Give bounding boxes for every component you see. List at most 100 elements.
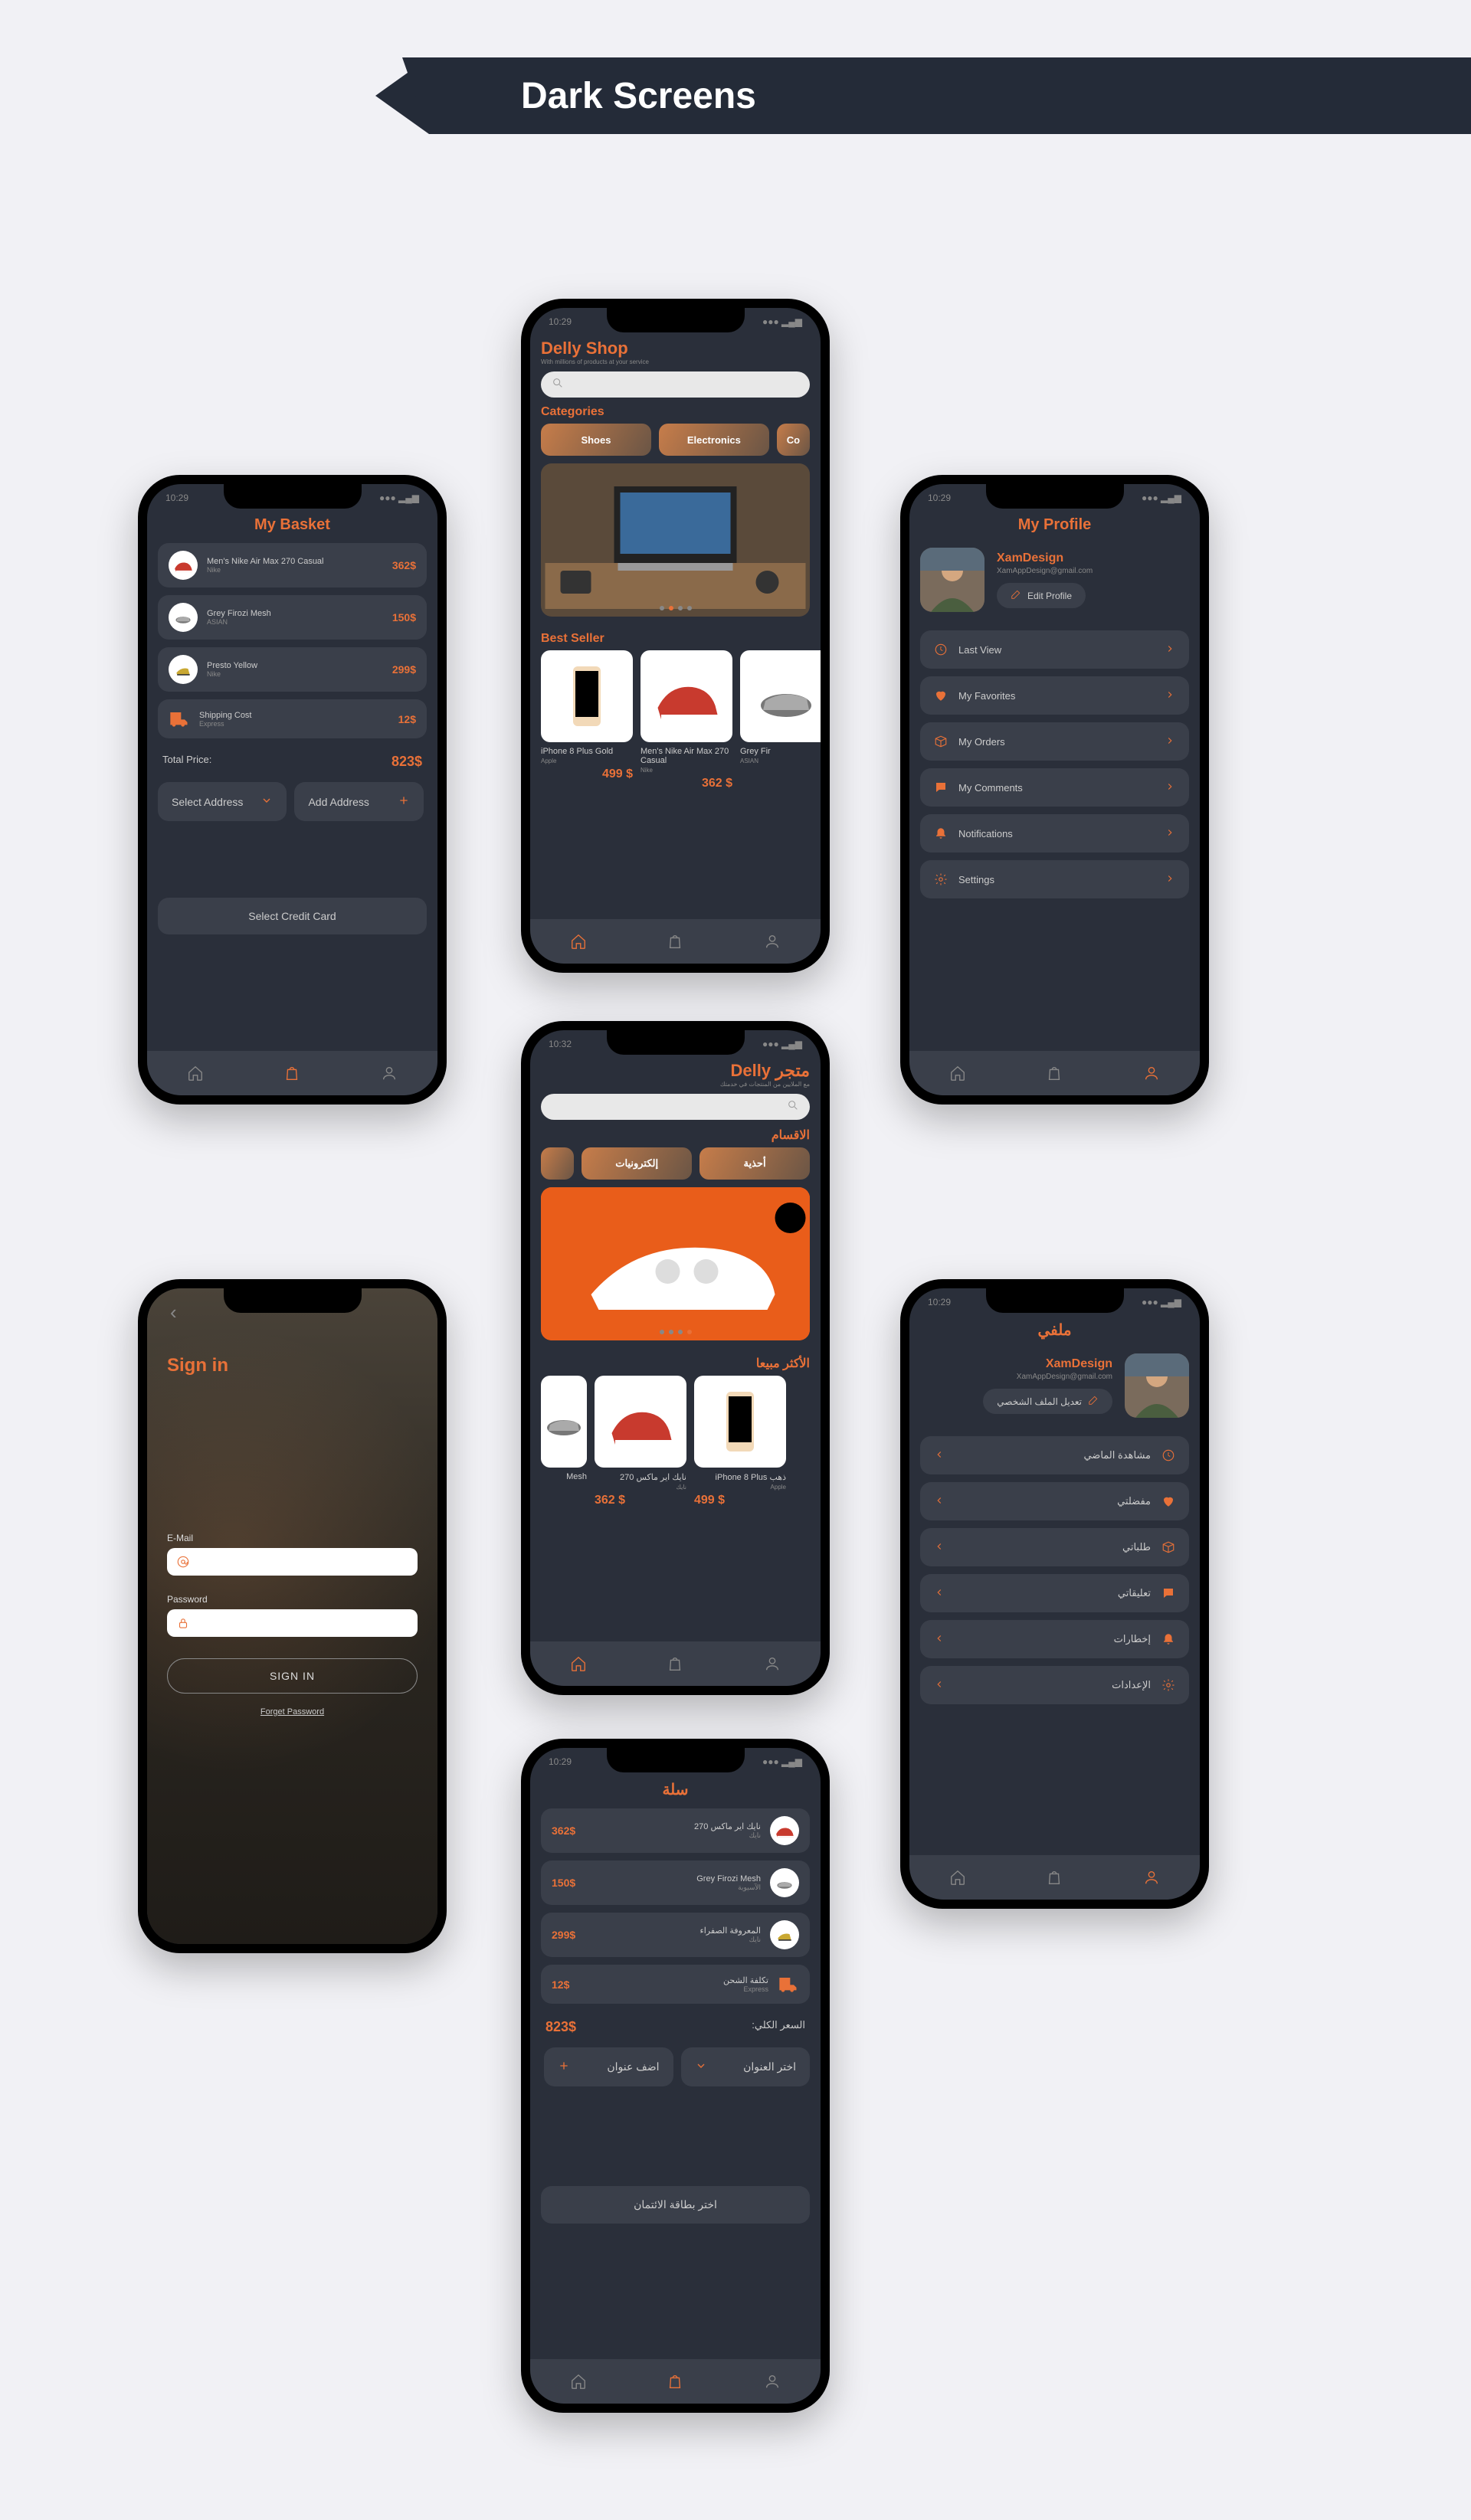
product-card[interactable]: نايك اير ماكس 270نايك362 $ — [595, 1376, 686, 1507]
bottom-nav — [530, 1641, 821, 1686]
plus-icon — [558, 2060, 570, 2074]
menu-notifications[interactable]: إخطارات — [920, 1620, 1189, 1658]
basket-item[interactable]: نايك اير ماكس 270نايك362$ — [541, 1808, 810, 1853]
nav-home[interactable] — [568, 1654, 588, 1674]
search-input[interactable] — [541, 371, 810, 398]
category-chip[interactable]: أحذية — [699, 1147, 810, 1180]
menu-settings[interactable]: الإعدادات — [920, 1666, 1189, 1704]
heart-icon — [934, 689, 948, 702]
basket-item[interactable]: Presto YellowNike299$ — [158, 647, 427, 692]
forgot-password-link[interactable]: Forget Password — [167, 1707, 418, 1717]
status-bar: 10:29●●● ▂▄▆ — [909, 1288, 1200, 1316]
shop-subtitle: With millions of products at your servic… — [530, 358, 821, 371]
add-address-button[interactable]: Add Address — [294, 782, 423, 821]
menu-orders[interactable]: طلباتي — [920, 1528, 1189, 1566]
basket-item[interactable]: المعروفة الصفراءنايك299$ — [541, 1913, 810, 1957]
nav-profile[interactable] — [379, 1063, 399, 1083]
basket-item[interactable]: Grey Firozi Meshالآسيوية150$ — [541, 1861, 810, 1905]
best-seller-label: الأكثر مبيعا — [530, 1348, 821, 1376]
status-bar: 10:29●●● ▂▄▆ — [909, 484, 1200, 512]
menu-favorites[interactable]: مفضلتي — [920, 1482, 1189, 1520]
signin-title: Sign in — [167, 1355, 418, 1376]
shipping-row: Shipping CostExpress12$ — [158, 699, 427, 738]
comment-icon — [934, 781, 948, 794]
product-card[interactable]: Grey FirASIAN — [740, 650, 821, 790]
menu-orders[interactable]: My Orders — [920, 722, 1189, 761]
back-button[interactable]: ‹ — [167, 1288, 418, 1324]
nav-profile[interactable] — [1142, 1867, 1161, 1887]
nav-profile[interactable] — [762, 1654, 782, 1674]
menu-comments[interactable]: تعليقاتي — [920, 1574, 1189, 1612]
nav-bag[interactable] — [1044, 1063, 1064, 1083]
product-thumb — [169, 603, 198, 632]
nav-bag[interactable] — [282, 1063, 302, 1083]
shop-screen-en: 10:29●●● ▂▄▆ Delly Shop With millions of… — [521, 299, 830, 973]
nav-home[interactable] — [948, 1867, 968, 1887]
category-chip[interactable]: Electronics — [659, 424, 769, 456]
search-input[interactable] — [541, 1094, 810, 1120]
nav-profile[interactable] — [1142, 1063, 1161, 1083]
bell-icon — [1161, 1632, 1175, 1646]
signin-button[interactable]: SIGN IN — [167, 1658, 418, 1694]
nav-home[interactable] — [568, 2371, 588, 2391]
nav-bag[interactable] — [665, 1654, 685, 1674]
category-chip[interactable]: Co — [777, 424, 810, 456]
box-icon — [1161, 1540, 1175, 1554]
category-chip[interactable]: Shoes — [541, 424, 651, 456]
bottom-nav — [530, 919, 821, 964]
chevron-right-icon — [934, 1633, 945, 1646]
category-chip[interactable] — [541, 1147, 574, 1180]
profile-name: XamDesign — [983, 1357, 1112, 1371]
chevron-right-icon — [1165, 781, 1175, 794]
nav-bag[interactable] — [665, 931, 685, 951]
categories-label: Categories — [530, 398, 821, 424]
nav-bag[interactable] — [1044, 1867, 1064, 1887]
clock-icon — [1161, 1448, 1175, 1462]
product-thumb — [770, 1816, 799, 1845]
password-input[interactable] — [167, 1609, 418, 1637]
select-address-button[interactable]: اختر العنوان — [681, 2047, 810, 2086]
menu-notifications[interactable]: Notifications — [920, 814, 1189, 853]
menu-last-view[interactable]: Last View — [920, 630, 1189, 669]
gear-icon — [934, 872, 948, 886]
chevron-right-icon — [934, 1449, 945, 1462]
product-card[interactable]: iPhone 8 Plus GoldApple499 $ — [541, 650, 633, 790]
product-thumb — [770, 1920, 799, 1949]
add-address-button[interactable]: اضف عنوان — [544, 2047, 673, 2086]
nav-bag[interactable] — [665, 2371, 685, 2391]
chevron-right-icon — [934, 1495, 945, 1508]
email-input[interactable] — [167, 1548, 418, 1576]
select-address-button[interactable]: Select Address — [158, 782, 287, 821]
nav-profile[interactable] — [762, 931, 782, 951]
nav-home[interactable] — [568, 931, 588, 951]
basket-screen-ar: 10:29●●● ▂▄▆ سلة نايك اير ماكس 270نايك36… — [521, 1739, 830, 2413]
categories-label: الاقسام — [530, 1120, 821, 1147]
product-card[interactable]: Men's Nike Air Max 270 CasualNike362 $ — [640, 650, 732, 790]
menu-last-view[interactable]: مشاهدة الماضي — [920, 1436, 1189, 1474]
status-bar: 10:32●●● ▂▄▆ — [530, 1030, 821, 1058]
category-chip[interactable]: إلكترونيات — [582, 1147, 692, 1180]
item-price: 299$ — [392, 663, 416, 676]
hero-banner[interactable] — [541, 463, 810, 617]
menu-comments[interactable]: My Comments — [920, 768, 1189, 807]
nav-profile[interactable] — [762, 2371, 782, 2391]
select-credit-card-button[interactable]: Select Credit Card — [158, 898, 427, 934]
nav-home[interactable] — [185, 1063, 205, 1083]
profile-screen-ar: 10:29●●● ▂▄▆ ملفي XamDesign XamAppDesign… — [900, 1279, 1209, 1909]
edit-profile-button[interactable]: تعديل الملف الشخصي — [983, 1389, 1112, 1414]
menu-favorites[interactable]: My Favorites — [920, 676, 1189, 715]
bell-icon — [934, 826, 948, 840]
product-card[interactable]: Mesh — [541, 1376, 587, 1507]
avatar — [920, 548, 984, 612]
select-credit-card-button[interactable]: اختر بطاقة الائتمان — [541, 2186, 810, 2224]
bottom-nav — [909, 1051, 1200, 1095]
nav-home[interactable] — [948, 1063, 968, 1083]
menu-settings[interactable]: Settings — [920, 860, 1189, 898]
search-icon — [787, 1099, 799, 1115]
basket-item[interactable]: Men's Nike Air Max 270 CasualNike362$ — [158, 543, 427, 587]
basket-item[interactable]: Grey Firozi MeshASIAN150$ — [158, 595, 427, 640]
product-card[interactable]: iPhone 8 Plus ذهبApple499 $ — [694, 1376, 786, 1507]
best-seller-label: Best Seller — [530, 624, 821, 650]
hero-banner[interactable] — [541, 1187, 810, 1340]
edit-profile-button[interactable]: Edit Profile — [997, 583, 1086, 608]
